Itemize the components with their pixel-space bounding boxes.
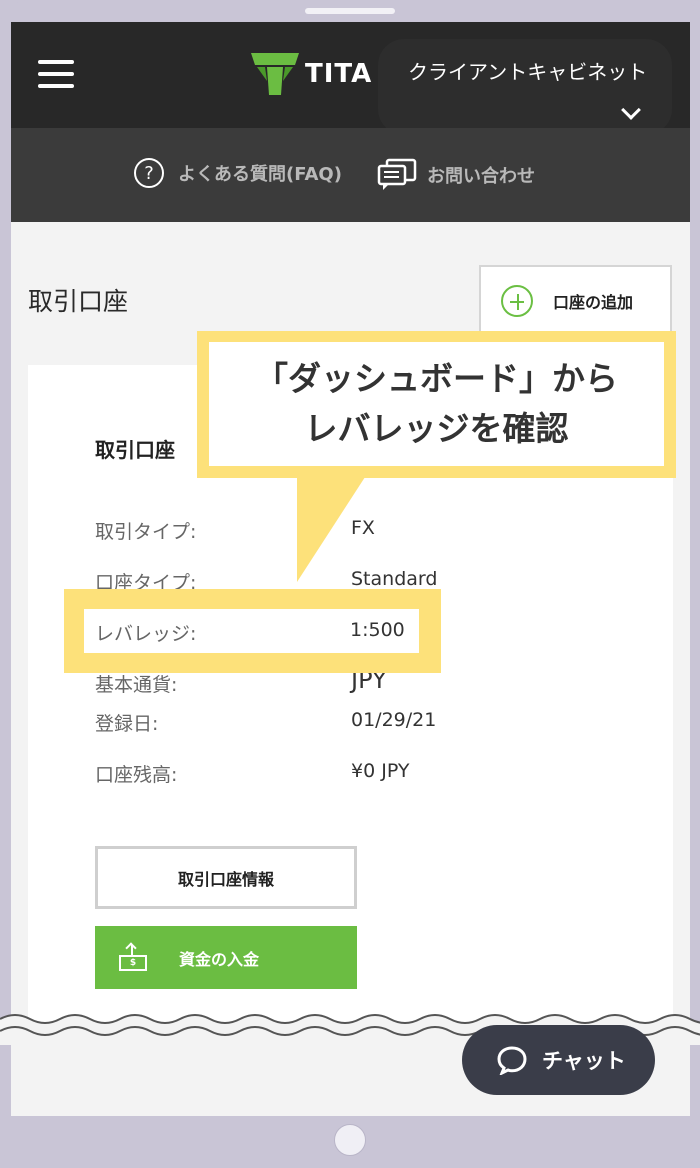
chat-bubble-icon [377,158,417,190]
brand-logo[interactable]: TITA [251,50,372,98]
row-value: 1:500 [350,619,405,641]
deposit-button[interactable]: $ 資金の入金 [95,926,357,989]
deposit-icon: $ [119,944,147,971]
plus-circle-icon [501,285,533,317]
client-cabinet-dropdown[interactable]: クライアントキャビネット [378,39,672,135]
top-header: TITA クライアントキャビネット [11,22,690,135]
callout-line-2: レバレッジを確認 [304,409,569,448]
add-account-label: 口座の追加 [553,293,634,312]
row-value: ¥0 JPY [351,760,410,782]
account-info-button[interactable]: 取引口座情報 [95,846,357,909]
chat-label: チャット [542,1049,626,1073]
page-title: 取引口座 [28,287,129,316]
phone-speaker [305,8,395,14]
faq-link[interactable]: ? よくある質問(FAQ) [134,158,342,188]
chat-button[interactable]: チャット [462,1025,655,1095]
cabinet-label: クライアントキャビネット [408,60,648,84]
row-value: 01/29/21 [351,709,437,731]
card-title: 取引口座 [95,438,175,462]
callout-text-box: 「ダッシュボード」から レバレッジを確認 [209,342,664,466]
deposit-label: 資金の入金 [179,949,260,969]
row-registered-date: 登録日: 01/29/21 [95,709,595,737]
phone-frame: TITA クライアントキャビネット ? よくある質問(FAQ) お問い合わせ 取… [0,0,700,1168]
row-label: 口座残高: [95,764,178,786]
callout-line-1: 「ダッシュボード」から [255,359,618,398]
faq-label: よくある質問(FAQ) [178,164,342,185]
logo-icon [251,53,299,95]
callout-tail [297,474,367,582]
add-account-button[interactable]: 口座の追加 [479,265,672,337]
row-base-currency: 基本通貨: JPY [95,666,595,698]
logo-text: TITA [305,59,373,89]
row-label: レバレッジ: [95,623,197,645]
contact-label: お問い合わせ [427,166,535,187]
row-label: 取引タイプ: [95,521,197,543]
menu-icon[interactable] [38,60,74,90]
row-label: 登録日: [95,713,159,735]
question-icon: ? [134,158,164,188]
home-button[interactable] [334,1124,366,1156]
sub-header: ? よくある質問(FAQ) お問い合わせ [11,128,690,222]
account-info-label: 取引口座情報 [177,869,274,889]
row-label: 基本通貨: [95,674,178,696]
row-balance: 口座残高: ¥0 JPY [95,760,595,788]
chat-icon [497,1046,527,1075]
contact-link[interactable]: お問い合わせ [377,158,535,192]
chevron-down-icon [621,100,641,120]
row-leverage: レバレッジ: 1:500 [95,619,415,646]
